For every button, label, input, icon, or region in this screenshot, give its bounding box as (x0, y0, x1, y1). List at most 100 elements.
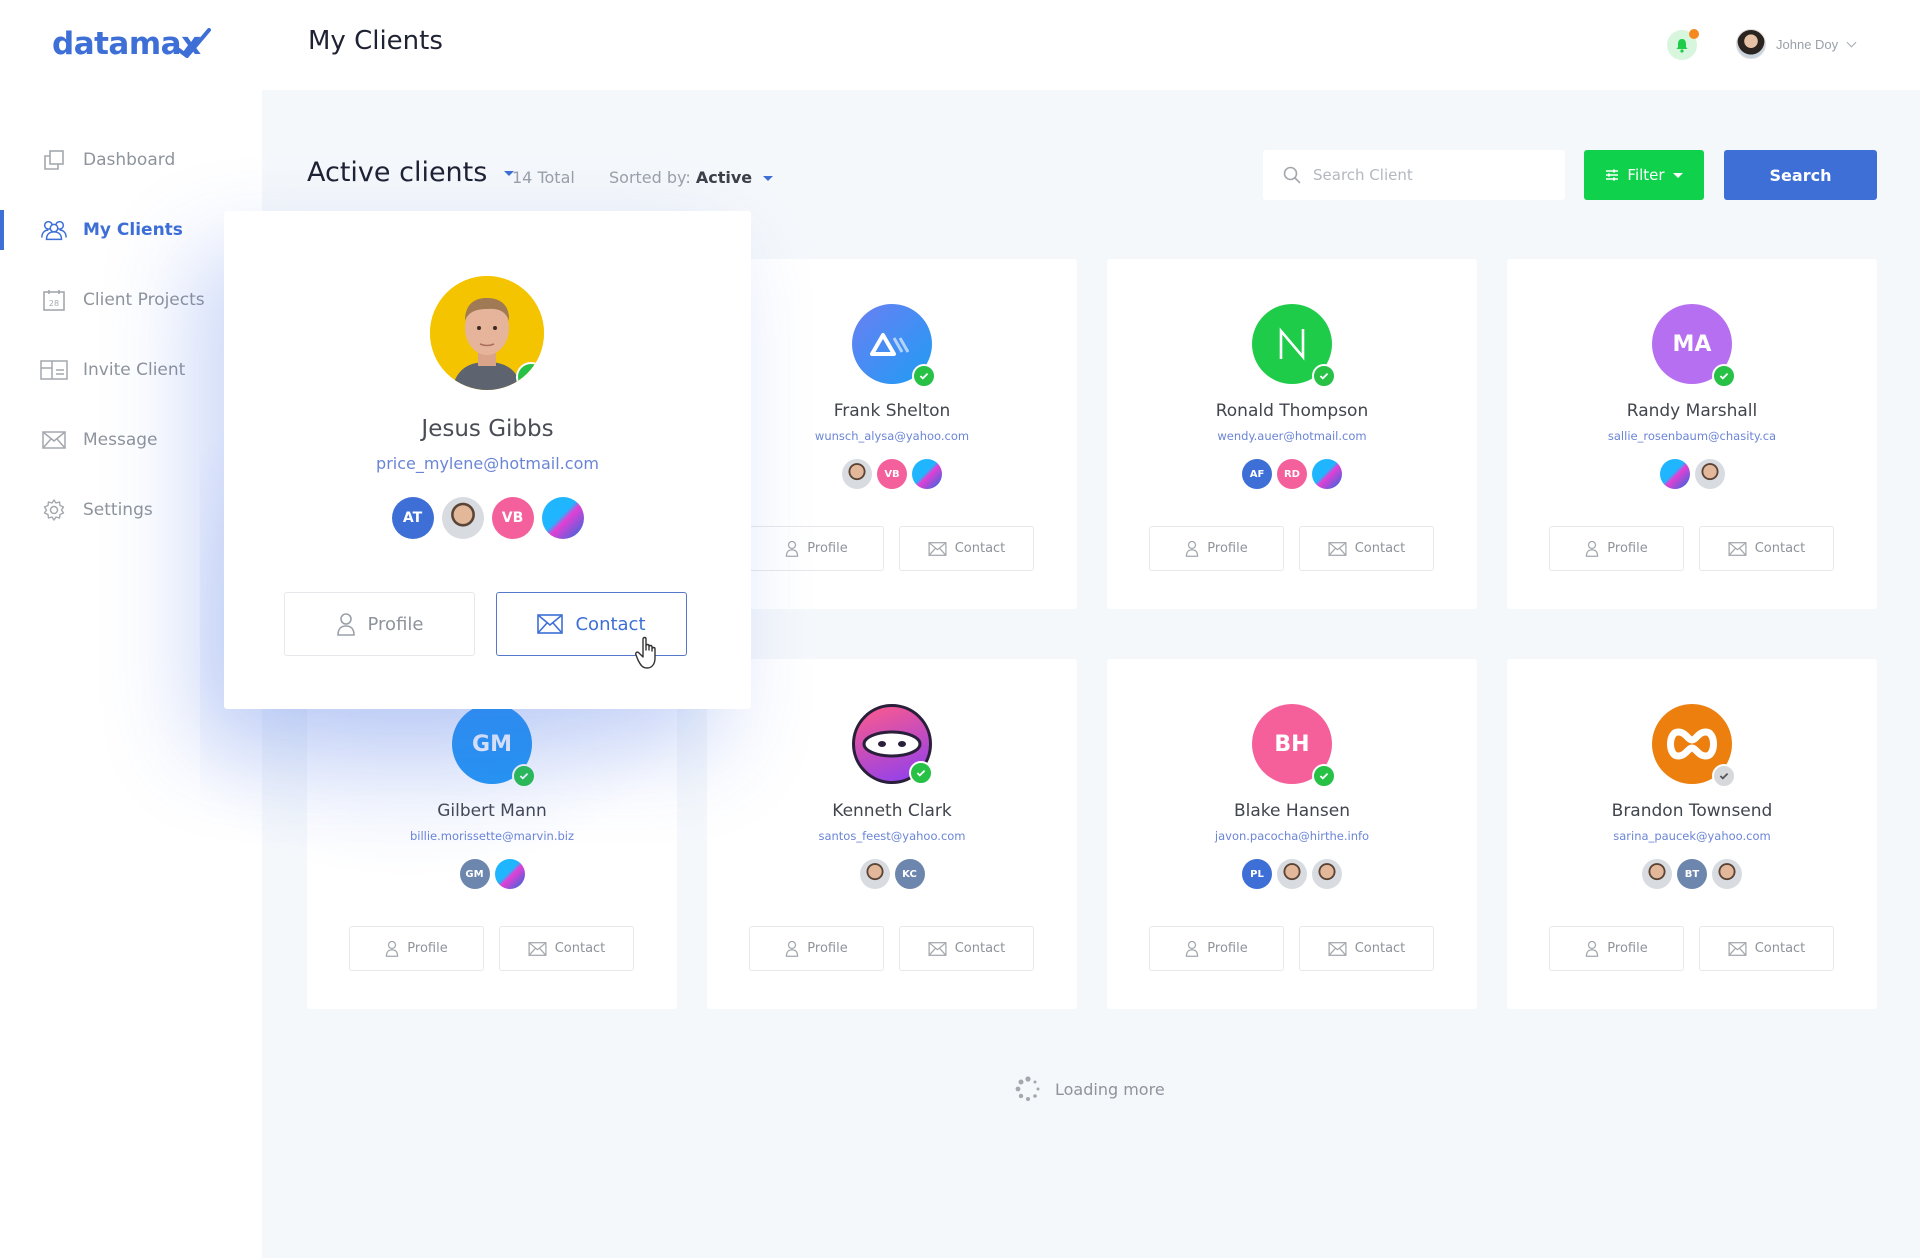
team-avatars: GM (307, 859, 677, 889)
team-member-avatar[interactable]: VB (491, 497, 534, 539)
team-member-avatar[interactable] (842, 459, 872, 489)
profile-button[interactable]: Profile (749, 926, 884, 971)
team-avatars: AF RD (1107, 459, 1477, 489)
client-email[interactable]: javon.pacocha@hirthe.info (1107, 829, 1477, 843)
team-member-avatar[interactable]: KC (894, 859, 925, 889)
search-icon (1283, 166, 1301, 184)
profile-button[interactable]: Profile (1549, 526, 1684, 571)
mail-icon (537, 614, 564, 634)
client-email[interactable]: sarina_paucek@yahoo.com (1507, 829, 1877, 843)
team-member-avatar[interactable] (859, 859, 890, 889)
sidebar-item-invite-client[interactable]: Invite Client (0, 350, 262, 390)
view-selector[interactable]: Active clients (307, 157, 514, 188)
loading-indicator: Loading more (1015, 1076, 1165, 1102)
team-member-avatar[interactable]: BT (1677, 859, 1707, 889)
client-email[interactable]: wendy.auer@hotmail.com (1107, 429, 1477, 443)
client-email[interactable]: sallie_rosenbaum@chasity.ca (1507, 429, 1877, 443)
notifications-button[interactable] (1667, 29, 1699, 60)
team-member-avatar[interactable] (1659, 459, 1690, 489)
sidebar-item-client-projects[interactable]: 28 Client Projects (0, 280, 262, 320)
team-avatars: AT VB (224, 497, 751, 539)
team-member-avatar[interactable] (494, 859, 525, 889)
profile-label: Profile (807, 541, 848, 556)
client-card[interactable]: GM Gilbert Mann billie.morissette@marvin… (307, 659, 677, 1009)
client-card[interactable]: Kenneth Clark santos_feest@yahoo.com KC … (707, 659, 1077, 1009)
sidebar-item-settings[interactable]: Settings (0, 490, 262, 530)
view-label: Active clients (307, 157, 488, 188)
client-card[interactable]: Frank Shelton wunsch_alysa@yahoo.com VB … (707, 259, 1077, 609)
profile-button[interactable]: Profile (1149, 926, 1284, 971)
filter-label: Filter (1627, 166, 1665, 184)
client-email[interactable]: wunsch_alysa@yahoo.com (707, 429, 1077, 443)
contact-button[interactable]: Contact (499, 926, 634, 971)
contact-label: Contact (1754, 541, 1806, 556)
contact-button[interactable]: Contact (1299, 526, 1434, 571)
sidebar-item-dashboard[interactable]: Dashboard (0, 140, 262, 180)
online-status-badge (909, 761, 933, 785)
search-field[interactable] (1263, 150, 1565, 200)
team-member-avatar[interactable]: VB (877, 459, 907, 489)
sidebar-item-message[interactable]: Message (0, 420, 262, 460)
profile-button[interactable]: Profile (1549, 926, 1684, 971)
client-name: Frank Shelton (833, 401, 951, 421)
team-member-avatar[interactable]: RD (1277, 459, 1307, 489)
client-card[interactable]: MA Randy Marshall sallie_rosenbaum@chasi… (1507, 259, 1877, 609)
client-card[interactable]: Brandon Townsend sarina_paucek@yahoo.com… (1507, 659, 1877, 1009)
mail-icon (928, 541, 947, 556)
client-avatar: BH (1252, 704, 1336, 788)
search-button[interactable]: Search (1724, 150, 1877, 200)
client-avatar: MA (1652, 304, 1736, 388)
client-initials: GM (472, 731, 512, 757)
contact-button[interactable]: Contact (1299, 926, 1434, 971)
client-card[interactable]: BH Blake Hansen javon.pacocha@hirthe.inf… (1107, 659, 1477, 1009)
app-logo[interactable]: datamax (52, 26, 211, 62)
team-member-avatar[interactable]: GM (459, 859, 490, 889)
profile-button[interactable]: Profile (349, 926, 484, 971)
client-card[interactable]: Ronald Thompson wendy.auer@hotmail.com A… (1107, 259, 1477, 609)
team-member-avatar[interactable]: PL (1242, 859, 1272, 889)
profile-button[interactable]: Profile (1149, 526, 1284, 571)
user-menu[interactable]: Johne Doy (1736, 29, 1857, 59)
company-logo-icon (870, 333, 910, 356)
team-member-avatar[interactable] (441, 497, 484, 539)
team-member-initials: VB (501, 510, 524, 526)
contact-button[interactable]: Contact (1699, 926, 1834, 971)
contact-button[interactable]: Contact (899, 526, 1034, 571)
team-member-avatar[interactable] (1277, 859, 1307, 889)
invite-card-icon (40, 356, 68, 384)
team-member-avatar[interactable] (1642, 859, 1672, 889)
team-member-avatar[interactable] (912, 459, 942, 489)
team-avatars: BT (1507, 859, 1877, 889)
mail-icon (1728, 541, 1747, 556)
team-avatars: VB (707, 459, 1077, 489)
client-email[interactable]: price_mylene@hotmail.com (224, 454, 751, 473)
client-email[interactable]: santos_feest@yahoo.com (707, 829, 1077, 843)
contact-button[interactable]: Contact (1699, 526, 1834, 571)
sidebar-item-label: Message (83, 430, 158, 450)
sort-selector[interactable]: Sorted by: Active (609, 168, 774, 187)
client-card-expanded[interactable]: Jesus Gibbs price_mylene@hotmail.com AT V… (224, 211, 751, 709)
search-input[interactable] (1313, 166, 1533, 184)
profile-button[interactable]: Profile (284, 592, 475, 656)
profile-button[interactable]: Profile (749, 526, 884, 571)
sidebar-item-my-clients[interactable]: My Clients (0, 210, 262, 250)
user-icon (786, 540, 799, 557)
filter-button[interactable]: Filter (1584, 150, 1704, 200)
team-member-avatar[interactable] (1712, 859, 1742, 889)
team-member-avatar[interactable]: AT (391, 497, 434, 539)
team-member-avatar[interactable] (1694, 459, 1725, 489)
top-header: datamax My Clients Johne Doy (0, 0, 1920, 90)
contact-button[interactable]: Contact (899, 926, 1034, 971)
team-member-initials: KC (902, 868, 917, 880)
team-member-avatar[interactable] (541, 497, 584, 539)
client-email[interactable]: billie.morissette@marvin.biz (307, 829, 677, 843)
team-member-avatar[interactable] (1312, 459, 1342, 489)
profile-label: Profile (1207, 941, 1248, 956)
user-icon (386, 940, 399, 957)
ninja-logo-icon (862, 730, 922, 758)
sidebar-item-label: Invite Client (83, 360, 186, 380)
user-icon (1586, 540, 1599, 557)
team-member-avatar[interactable]: AF (1242, 459, 1272, 489)
team-member-avatar[interactable] (1312, 859, 1342, 889)
profile-label: Profile (1207, 541, 1248, 556)
